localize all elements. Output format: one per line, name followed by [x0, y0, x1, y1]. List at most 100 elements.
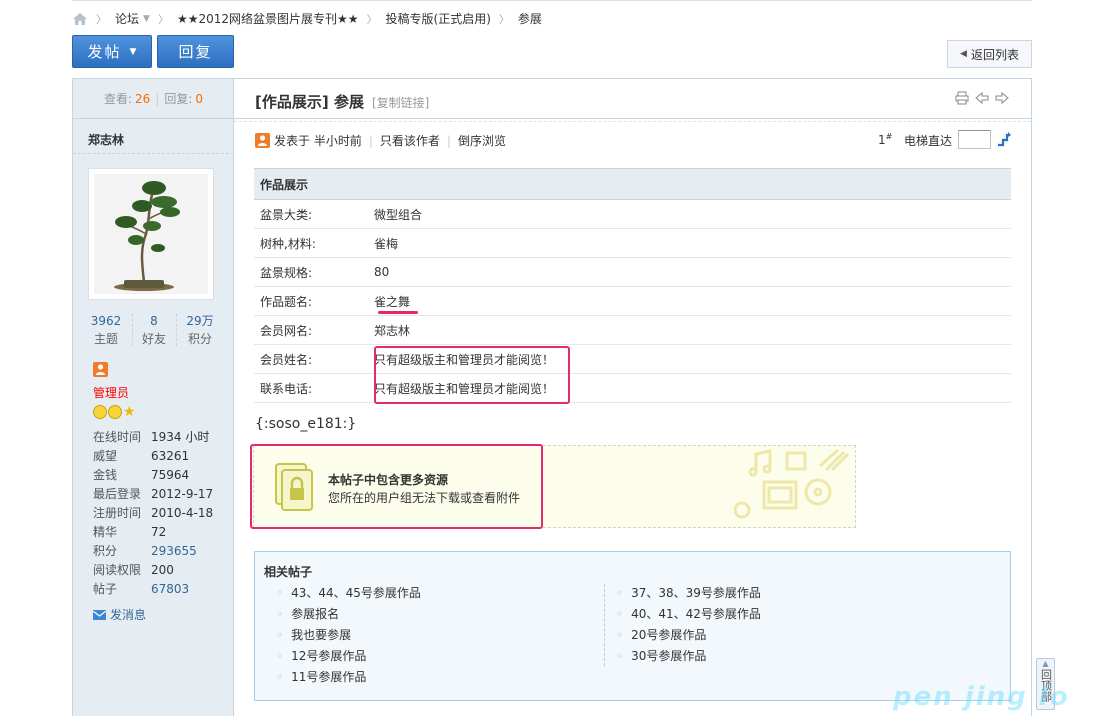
reply-label: 回复 [178, 43, 213, 61]
table-header: 作品展示 [254, 168, 1011, 200]
reverse-order-link[interactable]: 倒序浏览 [458, 132, 506, 149]
post-meta: 发表于 半小时前 | 只看该作者 | 倒序浏览 [255, 132, 506, 149]
media-icons [734, 448, 850, 519]
profile-key: 最后登录 [93, 487, 142, 501]
author-profile: 在线时间 1934 小时 威望 63261 金钱 75964 最后登录 2012-9-17 注册… [93, 428, 213, 599]
profile-row: 在线时间 1934 小时 [93, 428, 213, 447]
related-item[interactable]: ◦ 37、38、39号参展作品 [616, 583, 761, 604]
points-stat[interactable]: 29万 积分 [172, 312, 228, 348]
send-message-link[interactable]: 发消息 [92, 606, 146, 623]
smiley-icon [93, 405, 107, 419]
new-post-button[interactable]: 发帖 ▼ [72, 35, 152, 68]
elevator-input[interactable] [958, 130, 991, 149]
profile-row: 注册时间 2010-4-18 [93, 504, 213, 523]
bullet-icon: ◦ [276, 670, 284, 684]
related-link[interactable]: 40、41、42号参展作品 [631, 607, 761, 621]
arrow-right-icon[interactable] [995, 91, 1009, 108]
related-link[interactable]: 43、44、45号参展作品 [291, 586, 421, 600]
profile-row: 精华 72 [93, 523, 213, 542]
chevron-down-icon[interactable]: ▼ [143, 14, 150, 24]
bullet-icon: ◦ [616, 607, 624, 621]
post-time: 发表于 半小时前 [274, 134, 362, 148]
author-name[interactable]: 郑志林 [88, 131, 124, 148]
profile-value: 63261 [151, 449, 190, 463]
profile-row: 威望 63261 [93, 447, 213, 466]
replies-count: 0 [195, 91, 204, 106]
related-link[interactable]: 11号参展作品 [291, 670, 366, 684]
related-item[interactable]: ◦ 11号参展作品 [276, 667, 421, 688]
row-label: 会员网名: [260, 323, 313, 338]
points-count: 29万 [186, 314, 214, 328]
breadcrumb-subboard[interactable]: 投稿专版(正式启用) [386, 10, 491, 27]
row-label: 联系电话: [260, 381, 313, 396]
table-row: 会员姓名: 只有超级版主和管理员才能阅览！ [254, 345, 1011, 374]
copy-link[interactable]: [复制链接] [372, 94, 429, 111]
elevator-label: 电梯直达 [904, 134, 953, 148]
home-icon[interactable] [72, 12, 88, 26]
row-label: 盆景规格: [260, 265, 313, 280]
user-group[interactable]: 管理员 [93, 384, 129, 401]
profile-value[interactable]: 67803 [151, 580, 189, 599]
divider: | [368, 133, 373, 148]
related-list-right: ◦ 37、38、39号参展作品 ◦ 40、41、42号参展作品 ◦ 20号参展作品 ◦ 30号… [616, 583, 761, 667]
points-label: 积分 [187, 332, 212, 346]
profile-row: 阅读权限 200 [93, 561, 213, 580]
related-link[interactable]: 12号参展作品 [291, 649, 366, 663]
profile-key: 帖子 [93, 582, 118, 596]
related-item[interactable]: ◦ 30号参展作品 [616, 646, 761, 667]
arrow-left-icon[interactable] [975, 91, 989, 108]
table-row: 树种,材料: 雀梅 [254, 229, 1011, 258]
page-title: [作品展示] 参展 [255, 91, 364, 112]
rank-stars: ★ [93, 405, 136, 419]
chevron-right-icon: 〉 [96, 12, 107, 26]
return-list-label: 返回列表 [970, 47, 1019, 62]
bullet-icon: ◦ [276, 586, 284, 600]
profile-value: 1934 小时 [151, 430, 210, 444]
mail-icon [92, 609, 107, 620]
breadcrumb-forum[interactable]: 论坛 [115, 10, 139, 27]
row-value: 微型组合 [374, 207, 423, 222]
row-value: 郑志林 [374, 323, 411, 338]
related-item[interactable]: ◦ 20号参展作品 [616, 625, 761, 646]
related-item[interactable]: ◦ 12号参展作品 [276, 646, 421, 667]
chevron-down-icon: ▼ [129, 46, 137, 57]
bullet-icon: ◦ [616, 628, 624, 642]
related-link[interactable]: 参展报名 [291, 607, 339, 621]
related-link[interactable]: 20号参展作品 [631, 628, 706, 642]
divider: | [446, 133, 451, 148]
profile-row: 帖子 67803 [93, 580, 213, 599]
print-icon[interactable] [955, 91, 969, 108]
elevator-go-icon[interactable] [996, 131, 1012, 150]
star-icon: ★ [123, 404, 136, 420]
replies-label: 回复: [164, 92, 193, 106]
related-link[interactable]: 我也要参展 [291, 628, 351, 642]
profile-row: 金钱 75964 [93, 466, 213, 485]
profile-value: 72 [151, 525, 167, 539]
annotation-underline [378, 311, 418, 314]
profile-key: 在线时间 [93, 430, 142, 444]
divider [73, 153, 234, 154]
related-link[interactable]: 37、38、39号参展作品 [631, 586, 761, 600]
only-author-link[interactable]: 只看该作者 [380, 132, 440, 149]
return-list-button[interactable]: ◀ 返回列表 [947, 40, 1032, 68]
profile-key: 积分 [93, 544, 118, 558]
related-item[interactable]: ◦ 参展报名 [276, 604, 421, 625]
watermark: pen jing lo run [893, 682, 1070, 716]
related-item[interactable]: ◦ 40、41、42号参展作品 [616, 604, 761, 625]
related-link[interactable]: 30号参展作品 [631, 649, 706, 663]
views-count: 26 [135, 91, 151, 106]
profile-value[interactable]: 293655 [151, 542, 197, 561]
breadcrumb-board[interactable]: ★★2012网络盆景图片展专刊★★ [177, 10, 359, 27]
reply-button[interactable]: 回复 [157, 35, 234, 68]
work-info-table: 作品展示 盆景大类: 微型组合 树种,材料: 雀梅 盆景规格: 80 作品题名: 雀之舞 会员网… [254, 168, 1011, 403]
related-item[interactable]: ◦ 我也要参展 [276, 625, 421, 646]
related-list-left: ◦ 43、44、45号参展作品 ◦ 参展报名 ◦ 我也要参展 ◦ 12号参展作品 ◦ 11号参展作… [276, 583, 421, 688]
chevron-right-icon: 〉 [498, 12, 510, 26]
profile-value: 75964 [151, 468, 190, 482]
table-row: 盆景大类: 微型组合 [254, 200, 1011, 229]
related-item[interactable]: ◦ 43、44、45号参展作品 [276, 583, 421, 604]
smiley-code: {:soso_e181:} [255, 416, 357, 432]
avatar[interactable] [88, 168, 214, 300]
profile-value: 2010-4-18 [151, 506, 214, 520]
chevron-right-icon: 〉 [157, 12, 169, 26]
